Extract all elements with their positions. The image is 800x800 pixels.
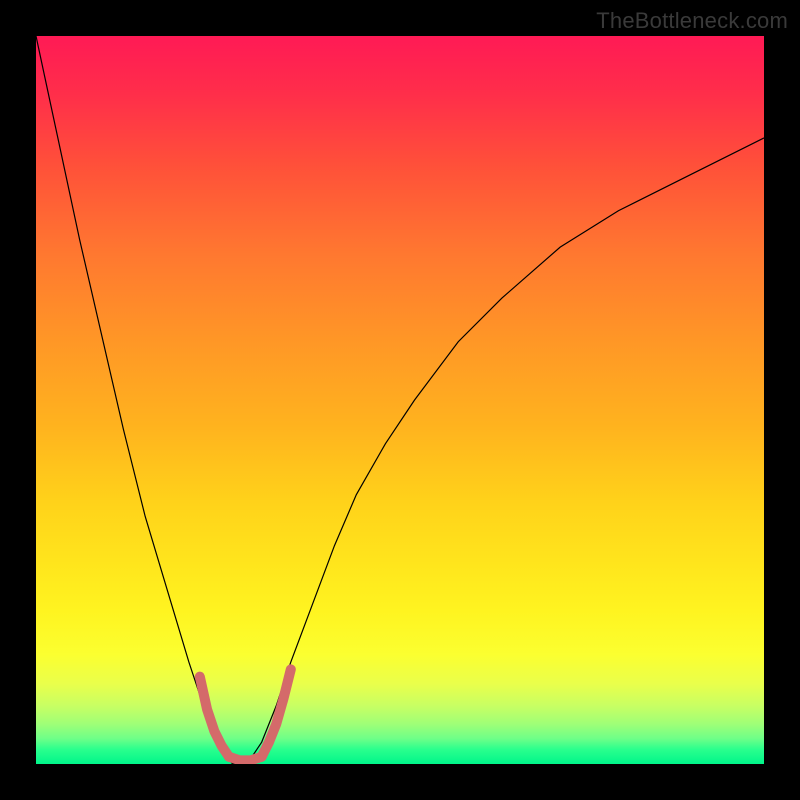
watermark-text: TheBottleneck.com	[596, 8, 788, 34]
highlight-right	[262, 669, 291, 756]
highlight-left	[200, 677, 229, 757]
bottleneck-curve	[36, 36, 764, 764]
plot-area	[36, 36, 764, 764]
curve-layer	[36, 36, 764, 764]
outer-frame: TheBottleneck.com	[0, 0, 800, 800]
